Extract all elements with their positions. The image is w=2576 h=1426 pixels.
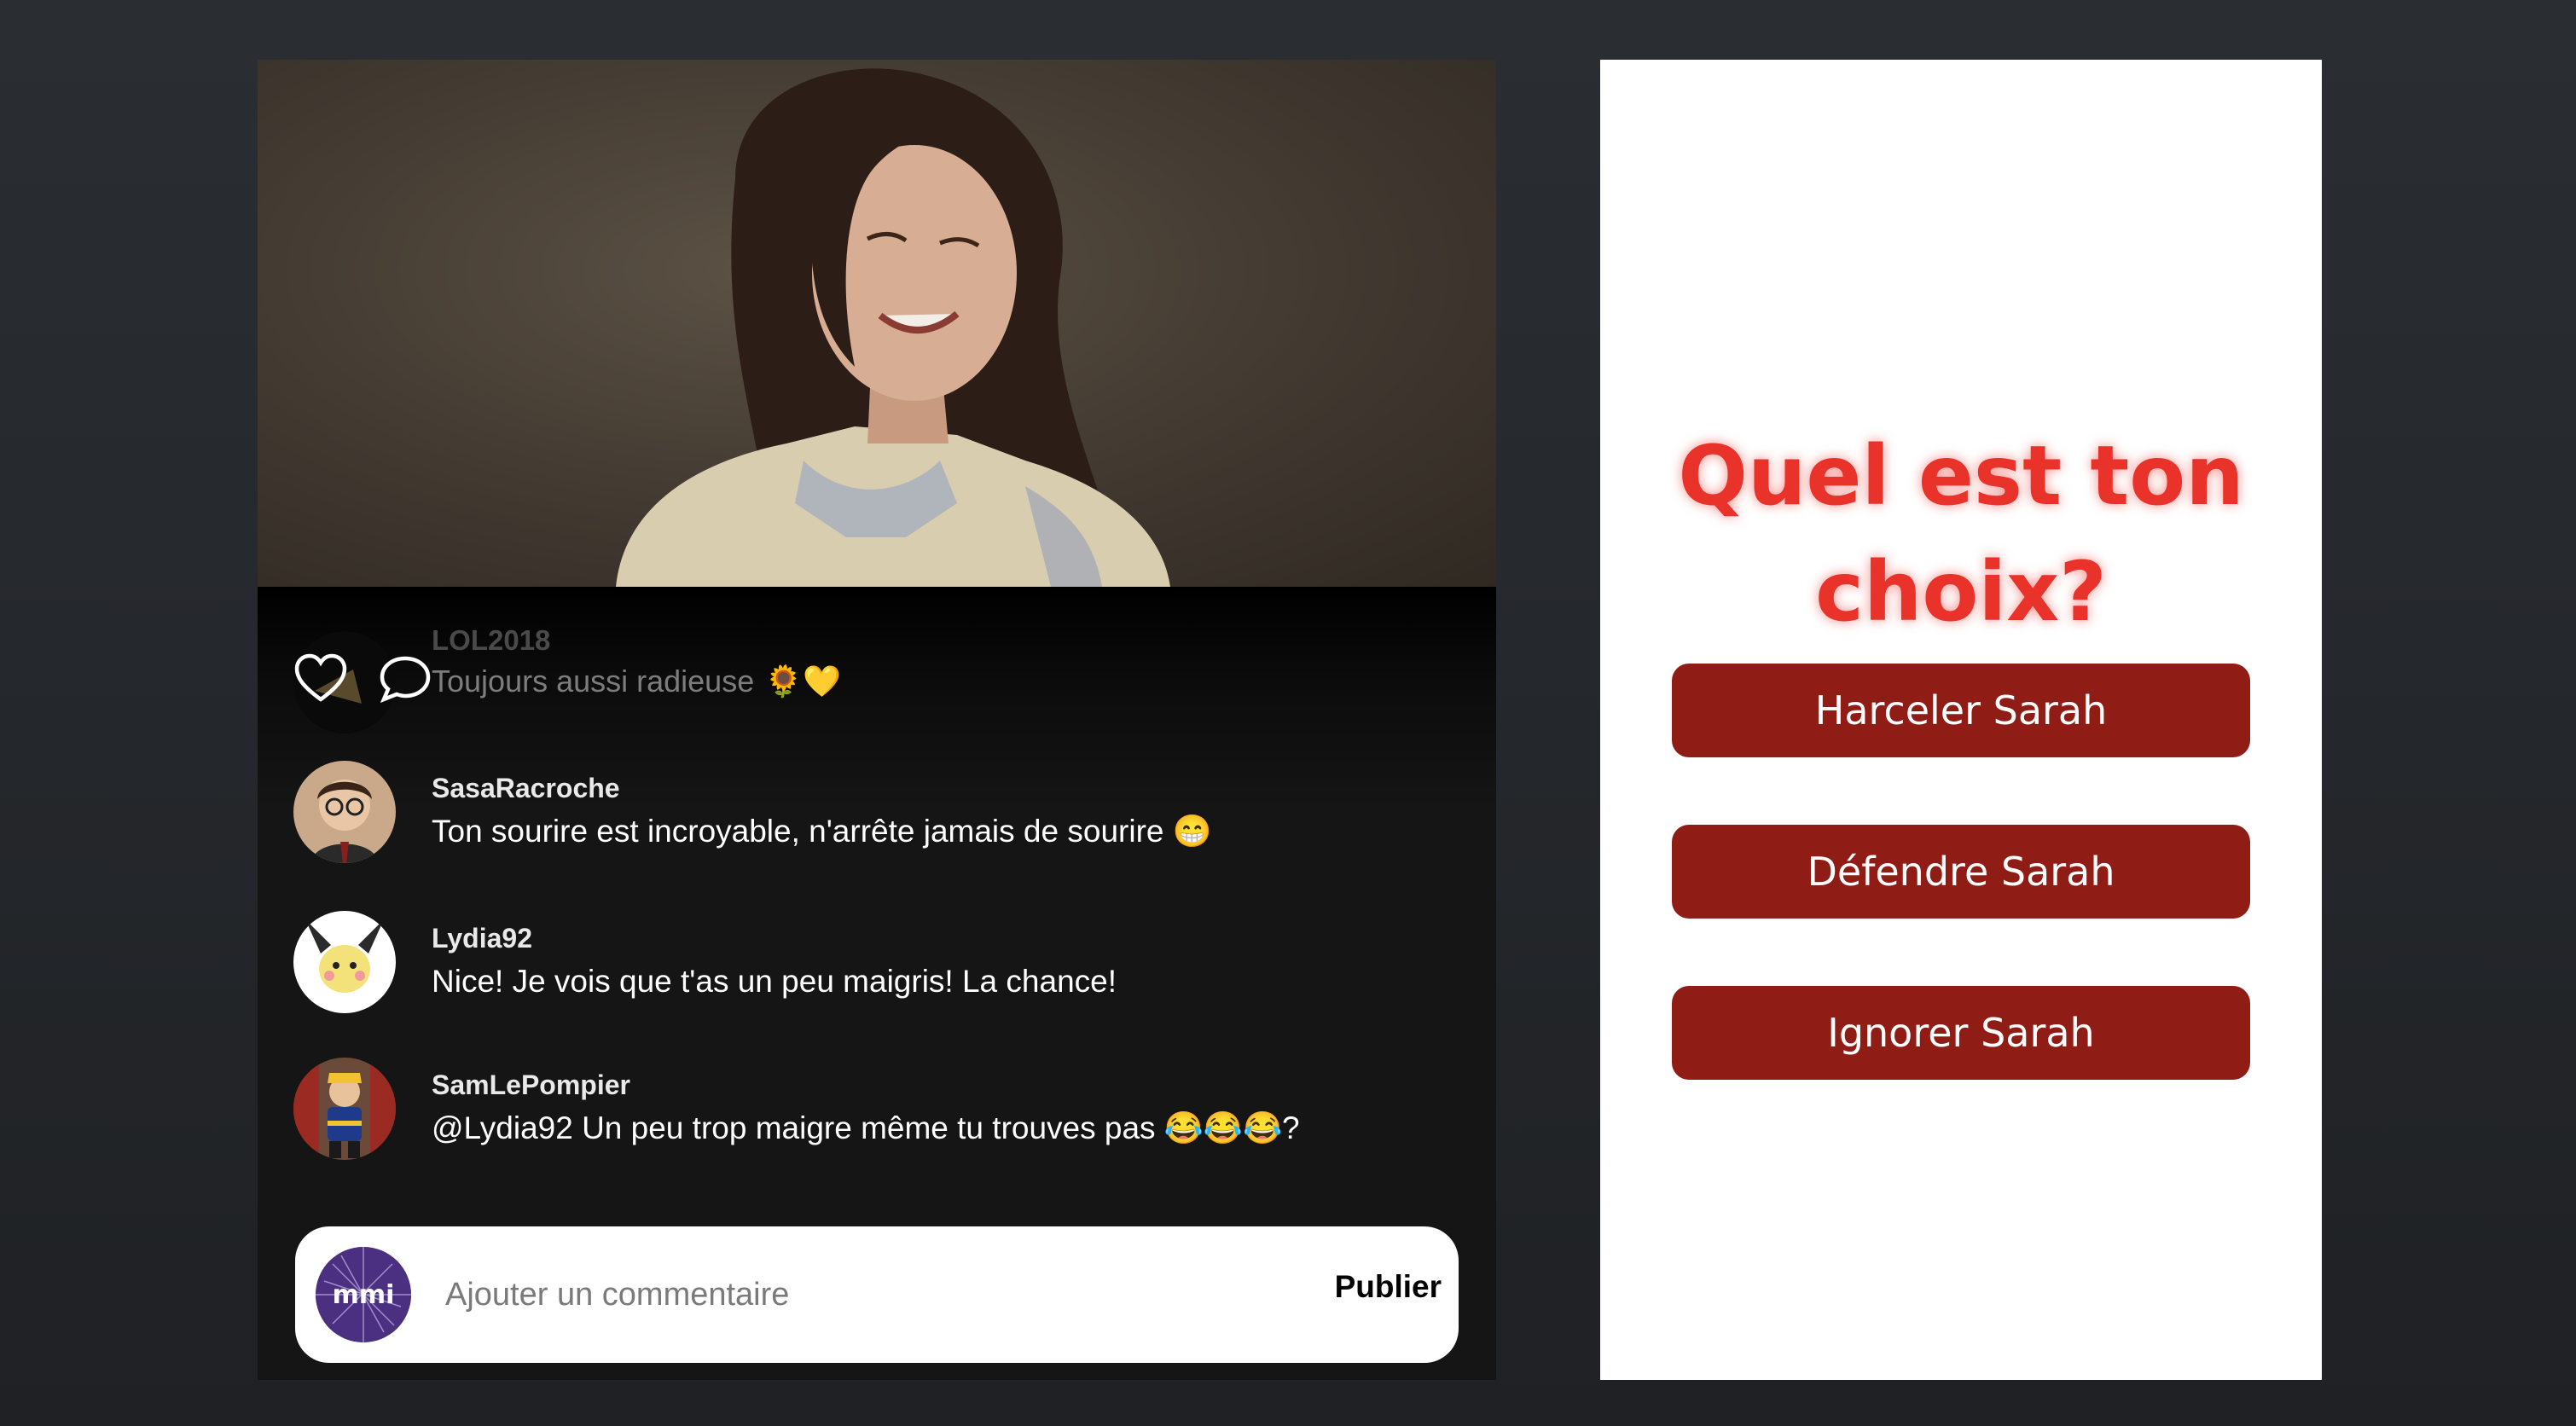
caption-emoji: 🌻💛 [764,664,841,699]
current-user-avatar-text: mmi [333,1280,395,1310]
choice-defend-button[interactable]: Défendre Sarah [1672,825,2250,919]
choice-panel: Quel est ton choix? Harceler Sarah Défen… [1600,60,2322,1380]
current-user-avatar: mmi [316,1247,411,1342]
post-caption: Toujours aussi radieuse 🌻💛 [432,664,841,699]
comment-username[interactable]: SasaRacroche [432,773,620,804]
comment-text: Nice! Je vois que t'as un peu maigris! L… [432,964,1117,999]
comment-input[interactable] [445,1261,1213,1329]
question-title: Quel est ton choix? [1600,418,2322,650]
comment-item: Lydia92 Nice! Je vois que t'as un peu ma… [293,911,1402,1018]
author-username[interactable]: LOL2018 [432,624,550,657]
post-photo [258,60,1496,587]
comment-username[interactable]: SamLePompier [432,1070,630,1101]
post-caption-text: Toujours aussi radieuse [432,664,755,699]
comment-item: SamLePompier @Lydia92 Un peu trop maigre… [293,1058,1402,1165]
choice-ignore-button[interactable]: Ignorer Sarah [1672,986,2250,1080]
commenter-avatar[interactable] [293,911,396,1013]
comment-username[interactable]: Lydia92 [432,923,532,954]
comment-text: @Lydia92 Un peu trop maigre même tu trou… [432,1110,1300,1145]
comment-item: SasaRacroche Ton sourire est incroyable,… [293,761,1402,868]
post-author-row: LOL2018 Toujours aussi radieuse 🌻💛 [293,618,1715,733]
question-line-1: Quel est ton [1678,428,2244,524]
commenter-avatar[interactable] [293,761,396,863]
comment-composer: mmi Publier [295,1226,1459,1363]
heart-icon[interactable] [293,653,348,703]
comment-text: Ton sourire est incroyable, n'arrête jam… [432,814,1212,849]
question-line-2: choix? [1815,544,2107,640]
commenter-avatar[interactable] [293,1058,396,1160]
comment-icon[interactable] [379,655,432,703]
publish-button[interactable]: Publier [1335,1269,1442,1305]
choice-harass-button[interactable]: Harceler Sarah [1672,664,2250,757]
